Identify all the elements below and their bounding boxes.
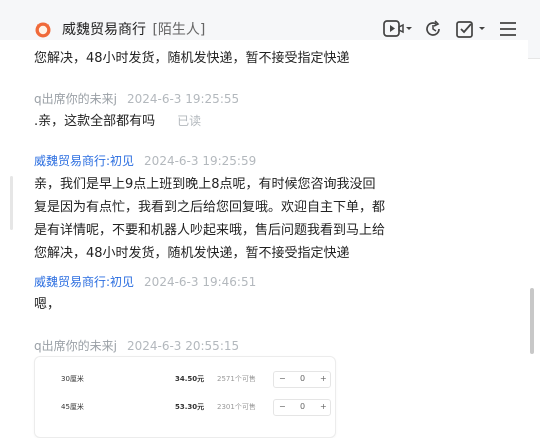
decrease-button[interactable]: − xyxy=(279,402,286,411)
shop-avatar-icon xyxy=(35,22,51,38)
message-line: 您解决，48小时发货，随机发快递，暂不接受指定快递 xyxy=(34,246,350,261)
left-edge-marker xyxy=(10,176,13,230)
quantity-value[interactable]: 0 xyxy=(300,402,305,411)
message-line: 复是因为有点忙，我看到之后给您回复哦。欢迎自主下单，都 xyxy=(34,200,386,215)
increase-button[interactable]: + xyxy=(320,402,327,411)
message-sender: 威魏贸易商行:初见 xyxy=(34,275,135,289)
checklist-icon[interactable] xyxy=(455,19,487,39)
message-time: 2024-6-3 20:55:15 xyxy=(126,339,240,353)
chat-title: 威魏贸易商行 [陌生人] xyxy=(62,19,205,39)
product-stock: 2301个可售 xyxy=(217,403,256,411)
message-text: 您解决，48小时发货，随机发快递，暂不接受指定快递 xyxy=(34,51,350,66)
menu-icon[interactable] xyxy=(499,19,517,39)
shop-name: 威魏贸易商行 xyxy=(62,22,146,38)
contact-tag: [陌生人] xyxy=(152,22,206,38)
increase-button[interactable]: + xyxy=(320,374,327,383)
quantity-stepper[interactable]: − 0 + xyxy=(273,399,331,416)
chat-scrollbar[interactable] xyxy=(530,288,534,354)
message-body: .亲，这款全部都有吗 xyxy=(34,114,156,129)
product-spec: 30厘米 xyxy=(61,375,84,383)
message-sender: 威魏贸易商行:初见 xyxy=(34,154,135,168)
product-stock: 2571个可售 xyxy=(217,375,256,383)
message-time: 2024-6-3 19:25:59 xyxy=(144,154,257,168)
product-spec: 45厘米 xyxy=(61,403,84,411)
quantity-stepper[interactable]: − 0 + xyxy=(273,371,331,388)
message-text: .亲，这款全部都有吗 已读 xyxy=(34,110,414,133)
message-text: 亲，我们是早上9点上班到晚上8点呢，有时候您咨询我没回 复是因为有点忙，我看到之… xyxy=(34,173,414,265)
message-sender: q出席你的未来j xyxy=(34,92,117,106)
video-call-icon[interactable] xyxy=(383,19,413,39)
message-line: 亲，我们是早上9点上班到晚上8点呢，有时候您咨询我没回 xyxy=(34,177,376,192)
message-text: 嗯， xyxy=(34,297,61,312)
message-meta: q出席你的未来j 2024-6-3 20:55:15 xyxy=(34,337,239,354)
message-time: 2024-6-3 19:25:55 xyxy=(126,92,240,106)
message-meta: 威魏贸易商行:初见 2024-6-3 19:25:59 xyxy=(34,152,256,169)
message-line: 是有详情呢，不要和机器人吵起来哦，售后问题我看到马上给 xyxy=(34,223,386,238)
product-price: 34.50元 xyxy=(175,375,205,383)
refresh-icon[interactable] xyxy=(423,19,443,39)
read-status: 已读 xyxy=(177,114,202,128)
message-time: 2024-6-3 19:46:51 xyxy=(144,275,257,289)
product-card[interactable]: 30厘米 34.50元 2571个可售 − 0 + 45厘米 53.30元 23… xyxy=(34,356,336,438)
product-row: 30厘米 34.50元 2571个可售 − 0 + xyxy=(35,369,335,389)
message-sender: q出席你的未来j xyxy=(34,339,117,353)
message-meta: q出席你的未来j 2024-6-3 19:25:55 xyxy=(34,90,239,107)
quantity-value[interactable]: 0 xyxy=(300,374,305,383)
decrease-button[interactable]: − xyxy=(279,374,286,383)
message-meta: 威魏贸易商行:初见 2024-6-3 19:46:51 xyxy=(34,273,256,290)
product-price: 53.30元 xyxy=(175,403,205,411)
product-row: 45厘米 53.30元 2301个可售 − 0 + xyxy=(35,397,335,417)
